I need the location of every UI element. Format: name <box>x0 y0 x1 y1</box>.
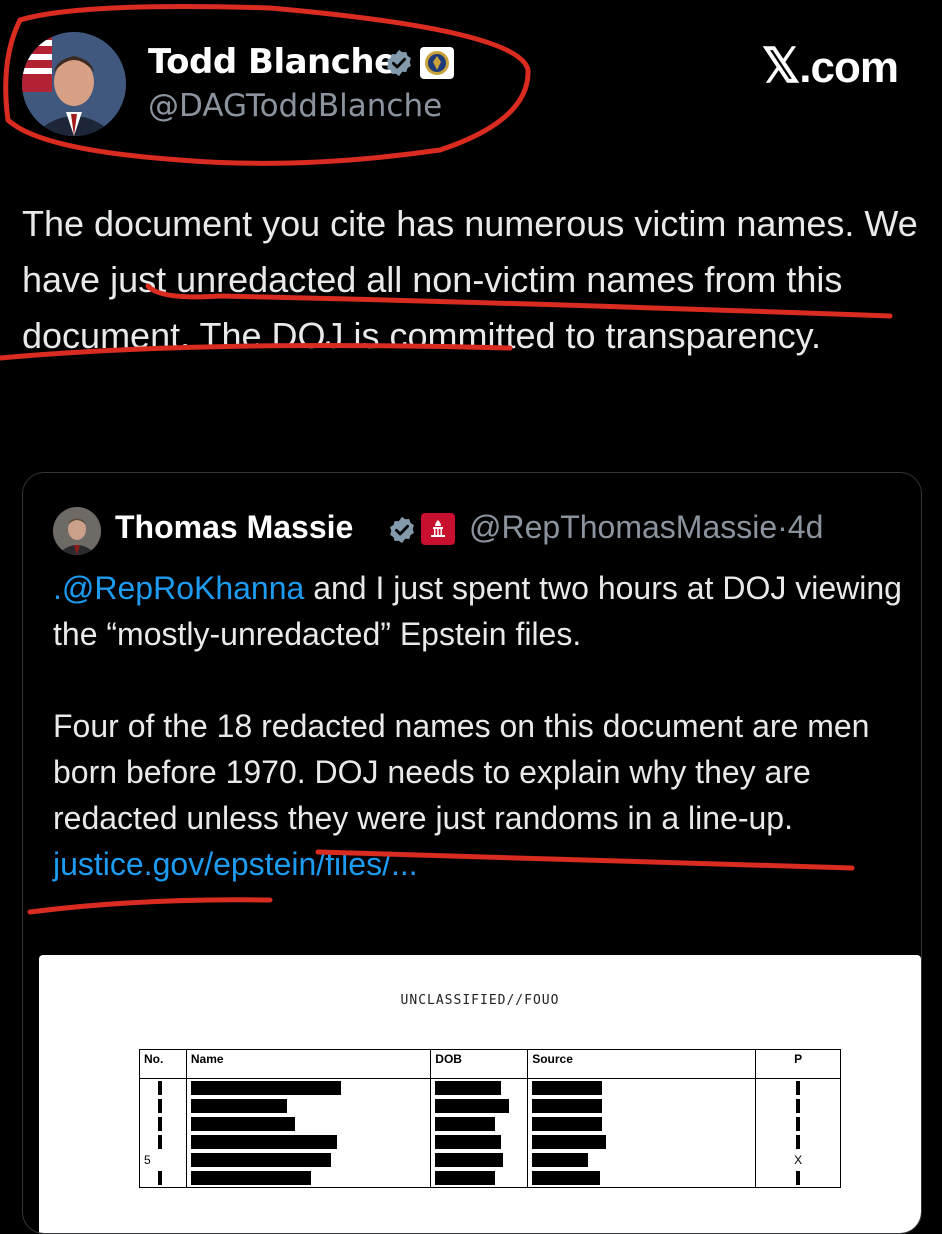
redaction-bar <box>435 1117 496 1132</box>
mention-link[interactable]: .@RepRoKhanna <box>53 570 304 606</box>
justice-gov-link[interactable]: justice.gov/epstein/files/... <box>53 846 418 882</box>
redaction-bar <box>190 1171 311 1186</box>
redaction-bar <box>532 1099 603 1114</box>
redaction-bar <box>532 1171 601 1186</box>
row-p-value: X <box>755 1151 841 1169</box>
table-row <box>139 1133 841 1151</box>
table-row <box>139 1169 841 1188</box>
table-row <box>139 1097 841 1115</box>
col-header-source: Source <box>527 1049 757 1079</box>
redaction-bar <box>532 1153 589 1168</box>
col-header-no: No. <box>139 1049 187 1079</box>
quoted-tweet-text: .@RepRoKhanna and I just spent two hours… <box>53 565 913 887</box>
redaction-bar <box>435 1135 502 1150</box>
redaction-bar <box>435 1171 496 1186</box>
redaction-mark <box>158 1099 162 1114</box>
capitol-affiliation-icon[interactable] <box>421 513 455 545</box>
document-classification: UNCLASSIFIED//FOUO <box>400 993 560 1008</box>
redaction-bar <box>435 1153 504 1168</box>
redaction-mark <box>796 1081 801 1096</box>
author-name[interactable]: Todd Blanche <box>148 42 397 82</box>
redaction-bar <box>435 1099 510 1114</box>
redaction-bar <box>190 1081 341 1096</box>
table-row <box>139 1115 841 1133</box>
redaction-bar <box>190 1153 331 1168</box>
col-header-dob: DOB <box>430 1049 529 1079</box>
redaction-bar <box>435 1081 502 1096</box>
redacted-table: No. Name DOB Source P 5 X <box>139 1049 841 1188</box>
quoted-tweet-age[interactable]: 4d <box>788 509 824 545</box>
redaction-bar <box>532 1135 607 1150</box>
document-image[interactable]: UNCLASSIFIED//FOUO No. Name DOB Source P <box>39 955 921 1233</box>
redaction-mark <box>796 1099 801 1114</box>
redaction-mark <box>158 1171 162 1186</box>
redaction-bar <box>532 1117 603 1132</box>
redaction-bar <box>190 1117 295 1132</box>
redaction-mark <box>796 1135 801 1150</box>
author-avatar[interactable] <box>22 32 126 136</box>
meta-separator: · <box>777 509 788 545</box>
col-header-p: P <box>755 1049 841 1079</box>
quoted-tweet-card[interactable]: Thomas Massie @RepThomasMassie·4d .@RepR… <box>22 472 922 1234</box>
x-brand-watermark: 𝕏.com <box>761 38 899 94</box>
author-handle[interactable]: @DAGToddBlanche <box>148 88 442 124</box>
tweet-text: The document you cite has numerous victi… <box>22 203 918 356</box>
col-header-name: Name <box>185 1049 432 1079</box>
table-row <box>139 1078 841 1097</box>
redaction-bar <box>190 1099 287 1114</box>
redaction-bar <box>190 1135 337 1150</box>
redaction-mark <box>158 1081 162 1096</box>
quoted-author-meta[interactable]: @RepThomasMassie·4d <box>469 509 823 546</box>
verified-badge-icon <box>387 49 411 77</box>
brand-suffix: .com <box>799 43 899 92</box>
quoted-paragraph-2: Four of the 18 redacted names on this do… <box>53 708 870 836</box>
redaction-mark <box>158 1135 162 1150</box>
quoted-author-avatar[interactable] <box>53 507 101 555</box>
table-row: 5 X <box>139 1151 841 1169</box>
x-logo-icon: 𝕏 <box>761 40 801 93</box>
redaction-mark <box>796 1117 801 1132</box>
redaction-mark <box>796 1171 801 1186</box>
redaction-mark <box>158 1117 162 1132</box>
redaction-bar <box>532 1081 603 1096</box>
quoted-author-handle[interactable]: @RepThomasMassie <box>469 509 777 545</box>
row-number: 5 <box>139 1151 187 1169</box>
doj-affiliation-icon[interactable] <box>420 47 454 79</box>
quoted-verified-badge-icon <box>390 516 414 544</box>
quoted-author-name[interactable]: Thomas Massie <box>115 509 353 546</box>
